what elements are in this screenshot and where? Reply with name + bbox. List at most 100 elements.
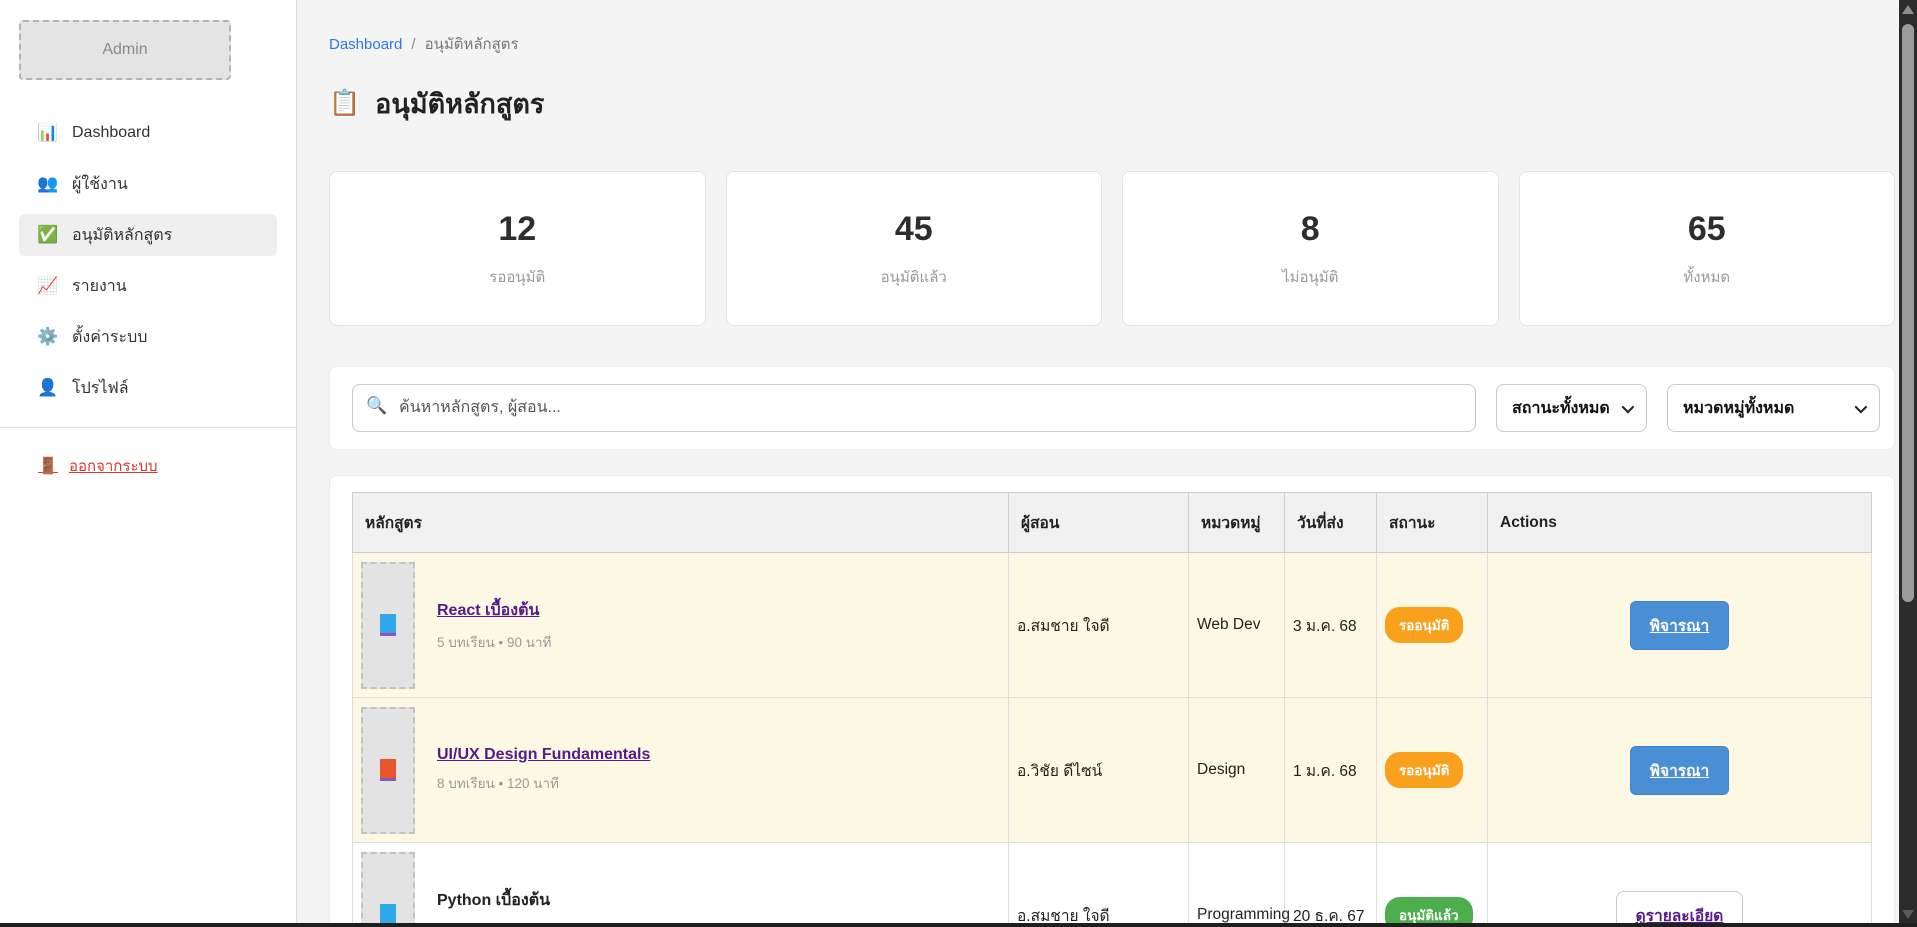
col-header-date: วันที่ส่ง <box>1285 493 1377 553</box>
col-header-instructor: ผู้สอน <box>1009 493 1189 553</box>
search-icon: 🔍 <box>366 396 387 416</box>
thumbnail-icon <box>380 759 396 781</box>
admin-logo-label: Admin <box>102 41 147 59</box>
admin-logo: Admin <box>19 20 231 80</box>
main-content: Dashboard / อนุมัติหลักสูตร 📋 อนุมัติหลั… <box>297 0 1917 927</box>
stat-card-rejected: 8 ไม่อนุมัติ <box>1122 171 1499 326</box>
sidebar-item-dashboard[interactable]: 📊 Dashboard <box>19 112 277 154</box>
scroll-down-arrow-icon[interactable] <box>1902 910 1914 919</box>
breadcrumb-separator: / <box>411 36 415 53</box>
instructor-cell: อ.วิชัย ดีไซน์ <box>1009 698 1189 843</box>
page-title-text: อนุมัติหลักสูตร <box>375 82 544 125</box>
course-title: Python เบื้องต้น <box>437 888 550 913</box>
users-icon: 👥 <box>37 174 59 194</box>
view-details-button[interactable]: ดูรายละเอียด <box>1616 891 1744 927</box>
stat-label: อนุมัติแล้ว <box>881 270 947 285</box>
vertical-scrollbar[interactable] <box>1899 0 1917 927</box>
table-header-row: หลักสูตร ผู้สอน หมวดหมู่ วันที่ส่ง สถานะ… <box>353 493 1872 553</box>
category-filter-select[interactable]: หมวดหมู่ทั้งหมด <box>1667 384 1880 432</box>
review-button[interactable]: พิจารณา <box>1630 601 1729 650</box>
person-icon: 👤 <box>37 378 59 398</box>
course-title-link[interactable]: React เบื้องต้น <box>437 598 539 623</box>
stat-card-total: 65 ทั้งหมด <box>1519 171 1896 326</box>
chart-up-icon: 📈 <box>37 276 59 296</box>
course-meta: 8 บทเรียน • 120 นาที <box>437 772 650 794</box>
status-filter-label: สถานะทั้งหมด <box>1512 396 1610 421</box>
sidebar: Admin 📊 Dashboard 👥 ผู้ใช้งาน ✅ อนุมัติห… <box>0 0 297 927</box>
stat-label: ทั้งหมด <box>1683 270 1730 285</box>
scrollbar-thumb[interactable] <box>1902 24 1914 602</box>
course-thumbnail-placeholder <box>361 852 415 927</box>
stat-label: รออนุมัติ <box>489 270 545 285</box>
thumbnail-icon <box>380 614 396 636</box>
review-button[interactable]: พิจารณา <box>1630 746 1729 795</box>
bar-chart-icon: 📊 <box>37 123 59 143</box>
window-bottom-edge <box>0 923 1917 927</box>
clipboard-icon: 📋 <box>329 89 360 118</box>
course-cell: Python เบื้องต้น 8 บทเรียน • 120 นาที <box>361 852 1000 927</box>
stat-card-approved: 45 อนุมัติแล้ว <box>726 171 1103 326</box>
sidebar-item-label: โปรไฟล์ <box>72 376 129 401</box>
category-cell: Web Dev <box>1189 553 1285 698</box>
sidebar-divider <box>0 427 296 428</box>
category-cell: Design <box>1189 698 1285 843</box>
course-meta: 5 บทเรียน • 90 นาที <box>437 631 551 653</box>
search-input[interactable] <box>352 384 1476 432</box>
course-table: หลักสูตร ผู้สอน หมวดหมู่ วันที่ส่ง สถานะ… <box>352 492 1872 927</box>
sidebar-item-profile[interactable]: 👤 โปรไฟล์ <box>19 367 277 409</box>
course-table-panel: หลักสูตร ผู้สอน หมวดหมู่ วันที่ส่ง สถานะ… <box>329 475 1895 925</box>
stat-value: 8 <box>1301 212 1320 246</box>
sidebar-item-users[interactable]: 👥 ผู้ใช้งาน <box>19 163 277 205</box>
sidebar-item-label: รายงาน <box>72 274 127 299</box>
stat-value: 45 <box>895 212 933 246</box>
category-filter-label: หมวดหมู่ทั้งหมด <box>1683 396 1794 421</box>
sidebar-item-settings[interactable]: ⚙️ ตั้งค่าระบบ <box>19 316 277 358</box>
door-icon: 🚪 <box>37 456 59 476</box>
stat-card-pending: 12 รออนุมัติ <box>329 171 706 326</box>
col-header-category: หมวดหมู่ <box>1189 493 1285 553</box>
sidebar-item-label: Dashboard <box>72 124 150 142</box>
breadcrumb-current: อนุมัติหลักสูตร <box>425 32 519 56</box>
scroll-up-arrow-icon[interactable] <box>1902 5 1914 14</box>
sidebar-item-label: อนุมัติหลักสูตร <box>72 223 172 248</box>
date-cell: 1 ม.ค. 68 <box>1285 698 1377 843</box>
logout-label: ออกจากระบบ <box>69 454 158 478</box>
status-badge: รออนุมัติ <box>1385 607 1463 643</box>
status-filter-select[interactable]: สถานะทั้งหมด <box>1496 384 1647 432</box>
category-cell: Programming <box>1189 843 1285 927</box>
table-row: Python เบื้องต้น 8 บทเรียน • 120 นาที อ.… <box>353 843 1872 927</box>
sidebar-item-label: ตั้งค่าระบบ <box>72 325 147 350</box>
date-cell: 3 ม.ค. 68 <box>1285 553 1377 698</box>
search-box: 🔍 <box>352 384 1476 432</box>
gear-icon: ⚙️ <box>37 327 59 347</box>
sidebar-nav: 📊 Dashboard 👥 ผู้ใช้งาน ✅ อนุมัติหลักสูต… <box>0 112 296 409</box>
course-cell: UI/UX Design Fundamentals 8 บทเรียน • 12… <box>361 707 1000 834</box>
stats-grid: 12 รออนุมัติ 45 อนุมัติแล้ว 8 ไม่อนุมัติ… <box>329 171 1895 326</box>
breadcrumb: Dashboard / อนุมัติหลักสูตร <box>329 0 1895 56</box>
check-box-icon: ✅ <box>37 225 59 245</box>
course-table-body: React เบื้องต้น 5 บทเรียน • 90 นาที อ.สม… <box>353 553 1872 927</box>
instructor-cell: อ.สมชาย ใจดี <box>1009 553 1189 698</box>
table-row: React เบื้องต้น 5 บทเรียน • 90 นาที อ.สม… <box>353 553 1872 698</box>
stat-value: 12 <box>498 212 536 246</box>
col-header-course: หลักสูตร <box>353 493 1009 553</box>
breadcrumb-dashboard-link[interactable]: Dashboard <box>329 36 402 53</box>
logout-link[interactable]: 🚪 ออกจากระบบ <box>37 454 158 478</box>
chevron-down-icon <box>1855 400 1868 413</box>
sidebar-item-label: ผู้ใช้งาน <box>72 172 128 197</box>
course-thumbnail-placeholder <box>361 707 415 834</box>
sidebar-item-reports[interactable]: 📈 รายงาน <box>19 265 277 307</box>
chevron-down-icon <box>1622 400 1635 413</box>
sidebar-item-course-approval[interactable]: ✅ อนุมัติหลักสูตร <box>19 214 277 256</box>
date-cell: 20 ธ.ค. 67 <box>1285 843 1377 927</box>
col-header-status: สถานะ <box>1377 493 1488 553</box>
table-row: UI/UX Design Fundamentals 8 บทเรียน • 12… <box>353 698 1872 843</box>
page-title: 📋 อนุมัติหลักสูตร <box>329 82 1895 125</box>
filter-bar: 🔍 สถานะทั้งหมด หมวดหมู่ทั้งหมด <box>329 366 1895 450</box>
col-header-actions: Actions <box>1488 493 1872 553</box>
stat-label: ไม่อนุมัติ <box>1282 270 1338 285</box>
course-title-link[interactable]: UI/UX Design Fundamentals <box>437 746 650 764</box>
course-cell: React เบื้องต้น 5 บทเรียน • 90 นาที <box>361 562 1000 689</box>
instructor-cell: อ.สมชาย ใจดี <box>1009 843 1189 927</box>
stat-value: 65 <box>1688 212 1726 246</box>
